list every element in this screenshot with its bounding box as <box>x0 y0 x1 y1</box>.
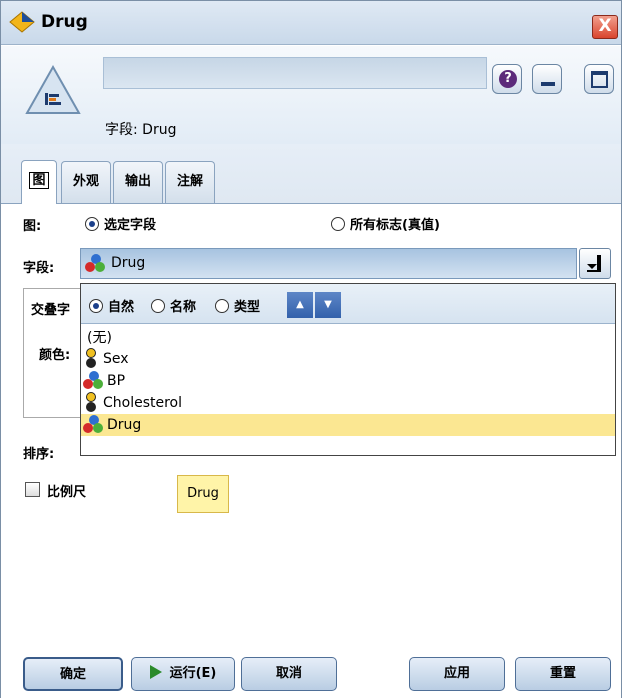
field-picker-icon <box>587 255 601 272</box>
list-item[interactable]: Sex <box>81 348 615 370</box>
sort-radio-type-label: 类型 <box>234 300 261 315</box>
flag-field-icon <box>85 348 97 370</box>
list-item-label: (无) <box>87 330 112 346</box>
title-bar: Drug X <box>1 1 621 45</box>
sort-radio-natural-label: 自然 <box>108 300 135 315</box>
tab-annotations[interactable]: 注解 <box>165 161 215 203</box>
close-button[interactable]: X <box>592 15 618 39</box>
radio-all-flags-indicator <box>331 216 345 231</box>
list-item-selected[interactable]: Drug <box>81 414 615 436</box>
scale-checkbox[interactable] <box>25 482 40 497</box>
list-item-label: BP <box>107 373 126 389</box>
help-icon: ? <box>499 70 517 88</box>
minimize-icon <box>541 82 555 86</box>
maximize-icon <box>591 71 608 88</box>
tab-output[interactable]: 输出 <box>113 161 163 203</box>
sort-radio-type[interactable]: 类型 <box>215 296 260 315</box>
flag-field-icon <box>85 392 97 414</box>
sort-label: 排序: <box>23 447 55 462</box>
nominal-field-icon <box>83 415 105 435</box>
sort-radio-name[interactable]: 名称 <box>151 296 196 315</box>
sort-radio-natural-indicator <box>89 298 103 313</box>
scale-label: 比例尺 <box>47 485 87 500</box>
radio-all-flags-label: 所有标志(真值) <box>350 218 440 233</box>
list-item[interactable]: BP <box>81 370 615 392</box>
distribution-node-icon <box>25 64 81 114</box>
list-item-label: Sex <box>103 351 129 367</box>
color-label: 颜色: <box>39 348 71 363</box>
radio-selected-field-indicator <box>85 216 99 231</box>
radio-selected-field-label: 选定字段 <box>104 218 157 233</box>
minimize-button[interactable] <box>532 64 562 94</box>
maximize-button[interactable] <box>584 64 614 94</box>
help-button[interactable]: ? <box>492 64 522 94</box>
ok-button[interactable]: 确定 <box>23 657 123 691</box>
diamond-node-icon <box>9 11 35 33</box>
dialog-window: Drug X ? 字段: Drug 图 外观 输出 注解 图: 选定字段 所有标… <box>0 0 622 698</box>
nominal-field-icon <box>83 371 105 391</box>
play-icon <box>149 665 162 679</box>
tab-appearance[interactable]: 外观 <box>61 161 111 203</box>
plot-label: 图: <box>23 219 42 234</box>
field-label: 字段: <box>23 261 55 276</box>
list-item[interactable]: (无) <box>81 326 615 348</box>
field-select[interactable]: Drug <box>80 248 577 279</box>
apply-button[interactable]: 应用 <box>409 657 505 691</box>
field-picker-button[interactable] <box>579 248 611 279</box>
reset-button[interactable]: 重置 <box>515 657 611 691</box>
field-tooltip: Drug <box>177 475 229 513</box>
sort-radio-natural[interactable]: 自然 <box>89 296 134 315</box>
sort-radio-type-indicator <box>215 298 229 313</box>
tab-plot[interactable]: 图 <box>21 160 57 204</box>
run-button[interactable]: 运行(E) <box>131 657 235 691</box>
sort-ascending-button[interactable]: ▲ <box>287 292 313 318</box>
sort-radio-name-label: 名称 <box>170 300 197 315</box>
window-title: Drug <box>41 12 88 32</box>
radio-selected-field[interactable]: 选定字段 <box>85 214 156 233</box>
radio-all-flags[interactable]: 所有标志(真值) <box>331 214 440 233</box>
sort-descending-button[interactable]: ▼ <box>315 292 341 318</box>
run-button-label: 运行(E) <box>169 666 217 681</box>
overlap-group-label: 交叠字 <box>29 299 73 318</box>
sort-radio-name-indicator <box>151 298 165 313</box>
sort-toolbar: 自然 名称 类型 ▲ ▼ <box>81 284 615 324</box>
list-item-label: Cholesterol <box>103 395 183 411</box>
list-item-label: Drug <box>107 417 142 433</box>
node-name-field[interactable] <box>103 57 487 89</box>
list-item[interactable]: Cholesterol <box>81 392 615 414</box>
tab-plot-label: 图 <box>29 172 49 189</box>
field-select-value: Drug <box>111 255 146 271</box>
cancel-button[interactable]: 取消 <box>241 657 337 691</box>
nominal-field-icon <box>85 254 107 274</box>
field-dropdown-list: 自然 名称 类型 ▲ ▼ (无) Sex BP Cholesterol Drug <box>80 283 616 456</box>
field-caption: 字段: Drug <box>105 122 177 138</box>
